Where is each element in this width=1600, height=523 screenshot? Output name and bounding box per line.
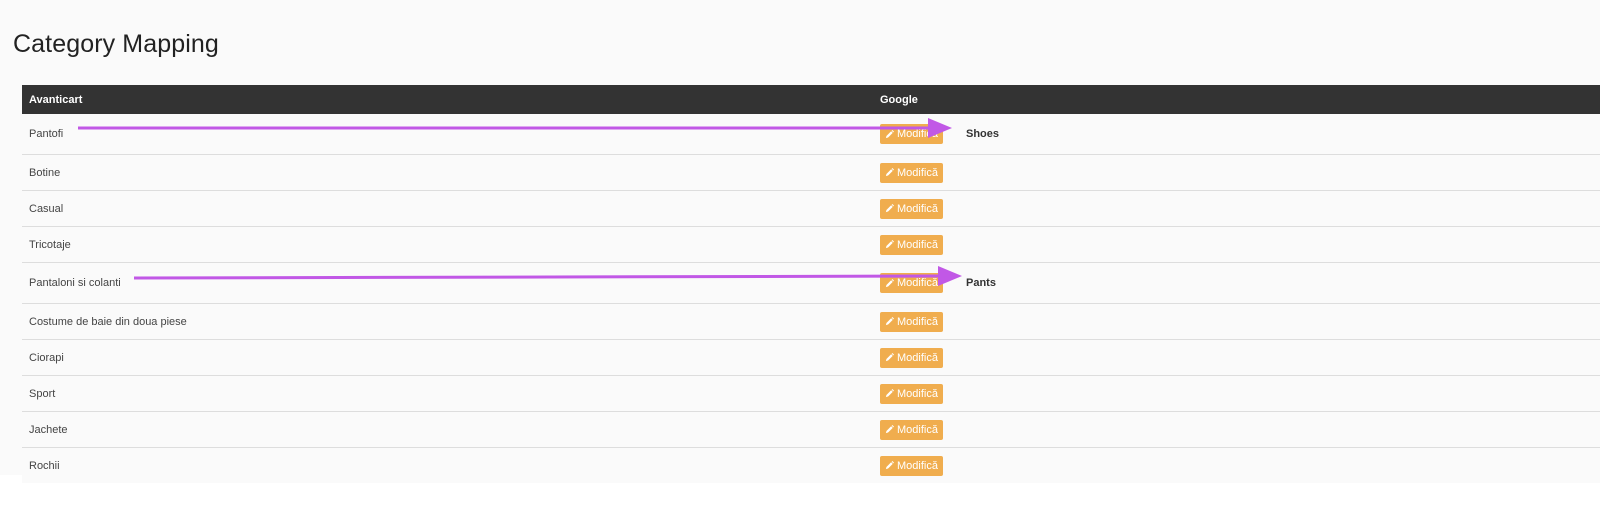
category-name: Costume de baie din doua piese <box>29 315 187 328</box>
page: Category Mapping Avanticart Google Panto… <box>0 0 1600 483</box>
modify-button[interactable]: Modifică <box>880 198 943 219</box>
category-name: Casual <box>29 202 64 215</box>
pencil-icon <box>885 278 894 287</box>
table-row: Casual Modifică <box>22 191 1600 227</box>
pencil-icon <box>885 317 894 326</box>
modify-button[interactable]: Modifică <box>880 347 943 368</box>
modify-button[interactable]: Modifică <box>880 419 943 440</box>
column-header-avanticart: Avanticart <box>29 94 83 106</box>
modify-button-label: Modifică <box>897 202 938 215</box>
pencil-icon <box>885 204 894 213</box>
table-row: Pantofi Modifică Shoes <box>22 114 1600 155</box>
pencil-icon <box>885 353 894 362</box>
page-title: Category Mapping <box>13 30 219 58</box>
pencil-icon <box>885 425 894 434</box>
google-category: Shoes <box>966 128 1000 140</box>
table-row: Ciorapi Modifică <box>22 340 1600 376</box>
table-row: Tricotaje Modifică <box>22 227 1600 263</box>
modify-button-label: Modifică <box>897 423 938 436</box>
modify-button[interactable]: Modifică <box>880 273 943 293</box>
category-name: Pantaloni si colanti <box>29 277 121 289</box>
pencil-icon <box>885 168 894 177</box>
modify-button[interactable]: Modifică <box>880 124 943 144</box>
modify-button[interactable]: Modifică <box>880 162 943 183</box>
table-header: Avanticart Google <box>22 85 1600 114</box>
table-row: Jachete Modifică <box>22 412 1600 448</box>
modify-button-label: Modifică <box>897 315 938 328</box>
modify-button-label: Modifică <box>897 351 938 364</box>
column-header-google: Google <box>880 94 918 106</box>
modify-button-label: Modifică <box>897 387 938 400</box>
category-mapping-table: Avanticart Google Pantofi Modifică Shoes Bo… <box>22 85 1600 483</box>
category-name: Pantofi <box>29 128 64 140</box>
category-name: Jachete <box>29 423 68 436</box>
modify-button-label: Modifică <box>897 238 938 251</box>
pencil-icon <box>885 240 894 249</box>
pencil-icon <box>885 461 894 470</box>
table-row: Sport Modifică <box>22 376 1600 412</box>
modify-button[interactable]: Modifică <box>880 311 943 332</box>
pencil-icon <box>885 129 894 138</box>
modify-button[interactable]: Modifică <box>880 455 943 476</box>
category-name: Sport <box>29 387 56 400</box>
table-row: Botine Modifică <box>22 155 1600 191</box>
modify-button[interactable]: Modifică <box>880 234 943 255</box>
modify-button-label: Modifică <box>897 459 938 472</box>
category-name: Ciorapi <box>29 351 64 364</box>
pencil-icon <box>885 389 894 398</box>
category-name: Botine <box>29 166 61 179</box>
category-name: Tricotaje <box>29 238 71 251</box>
modify-button[interactable]: Modifică <box>880 383 943 404</box>
category-name: Rochii <box>29 459 60 472</box>
table-row: Rochii Modifică <box>22 448 1600 483</box>
modify-button-label: Modifică <box>897 166 938 179</box>
modify-button-label: Modifică <box>897 128 938 140</box>
modify-button-label: Modifică <box>897 277 938 289</box>
table-row: Costume de baie din doua piese Modifică <box>22 304 1600 340</box>
table-body: Pantofi Modifică Shoes Botine Modifică Casual… <box>22 114 1600 483</box>
table-row: Pantaloni si colanti Modifică Pants <box>22 263 1600 304</box>
google-category: Pants <box>966 277 996 289</box>
